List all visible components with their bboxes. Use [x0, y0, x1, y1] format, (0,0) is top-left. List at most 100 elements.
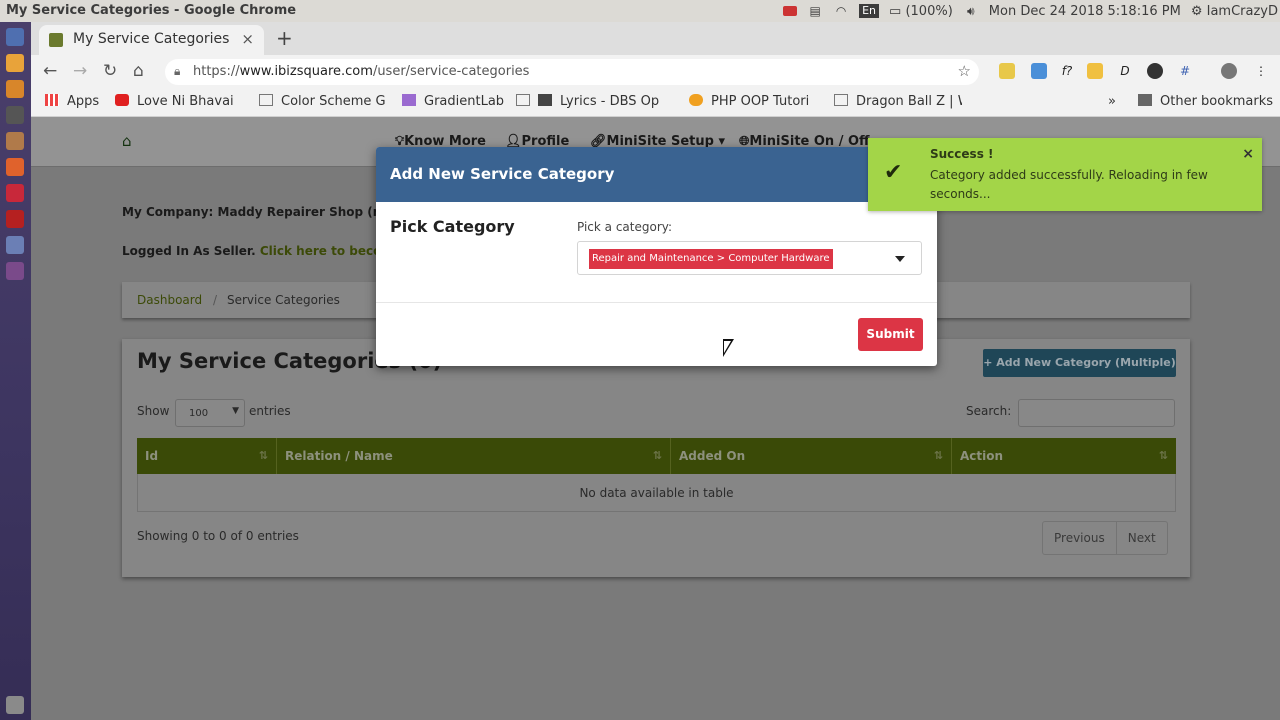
- address-bar[interactable]: 🔒︎ https://www.ibizsquare.com/user/servi…: [165, 59, 979, 85]
- forward-arrow-icon[interactable]: →: [73, 61, 87, 81]
- extension-grid-icon[interactable]: #: [1177, 63, 1193, 79]
- youtube-icon: [115, 94, 129, 106]
- favicon-icon: [49, 33, 63, 47]
- notes-icon[interactable]: ▤: [807, 4, 823, 18]
- extension-tool-icon[interactable]: [1031, 63, 1047, 79]
- app-icon[interactable]: [6, 262, 24, 280]
- page-icon: [834, 94, 848, 106]
- previous-button[interactable]: Previous: [1043, 522, 1117, 554]
- close-icon[interactable]: ×: [1242, 146, 1254, 162]
- filezilla-icon[interactable]: [6, 210, 24, 228]
- category-select[interactable]: Repair and Maintenance > Computer Hardwa…: [577, 241, 922, 275]
- chrome-icon[interactable]: [6, 54, 24, 72]
- column-action[interactable]: Action ⇅: [952, 438, 1176, 474]
- clock[interactable]: Mon Dec 24 2018 5:18:16 PM: [989, 4, 1181, 19]
- next-button[interactable]: Next: [1117, 522, 1167, 554]
- user-menu[interactable]: ⚙ IamCrazyD: [1191, 4, 1278, 19]
- browser-tab[interactable]: My Service Categories ×: [39, 25, 264, 55]
- column-added-on[interactable]: Added On ⇅: [671, 438, 952, 474]
- lock-icon: 🔒︎: [174, 64, 181, 78]
- settings-app-icon[interactable]: [6, 236, 24, 254]
- bookmark-item[interactable]: Lyrics - DBS Op: [516, 94, 670, 109]
- pick-category-label: Pick a category:: [577, 220, 673, 234]
- selected-category-tag[interactable]: Repair and Maintenance > Computer Hardwa…: [589, 249, 833, 269]
- extension-circle-icon[interactable]: [1147, 63, 1163, 79]
- os-top-bar: My Service Categories - Google Chrome ▤ …: [0, 0, 1280, 22]
- apps-grid-icon: [45, 94, 59, 106]
- breadcrumb-current: Service Categories: [227, 293, 340, 307]
- become-link[interactable]: Click here to becom: [260, 244, 394, 258]
- tab-strip: My Service Categories × +: [31, 22, 1280, 55]
- bookmark-item[interactable]: Love Ni Bhavai |: [115, 94, 239, 109]
- pagination: Previous Next: [1042, 521, 1168, 555]
- submit-button[interactable]: Submit: [858, 318, 923, 351]
- search-label: Search:: [966, 404, 1012, 418]
- dash-icon[interactable]: [6, 28, 24, 46]
- toast-message: Category added successfully. Reloading i…: [930, 168, 1208, 201]
- sort-icon: ⇅: [258, 449, 268, 462]
- add-new-category-button[interactable]: + Add New Category (Multiple): [983, 349, 1176, 377]
- bookmark-item[interactable]: Dragon Ball Z | W: [834, 94, 962, 109]
- opera-icon[interactable]: [6, 184, 24, 202]
- sort-icon: ⇅: [933, 449, 943, 462]
- browser-toolbar: ← → ↻ ⌂ 🔒︎ https://www.ibizsquare.com/us…: [31, 55, 1280, 89]
- other-bookmarks[interactable]: Other bookmarks: [1138, 94, 1273, 109]
- flask-icon: [402, 94, 416, 106]
- user-name: IamCrazyD: [1206, 3, 1278, 19]
- sort-icon: ⇅: [652, 449, 662, 462]
- lyrics-icon: [538, 94, 552, 106]
- company-name: My Company: Maddy Repairer Shop (ma: [122, 205, 394, 219]
- table-info: Showing 0 to 0 of 0 entries: [137, 529, 299, 543]
- bookmarks-bar: Apps Love Ni Bhavai | Color Scheme G Gra…: [31, 89, 1280, 117]
- home-icon[interactable]: ⌂: [133, 61, 144, 81]
- battery-percent: (100%): [905, 3, 953, 19]
- chevron-down-icon: ▼: [232, 406, 239, 416]
- battery-indicator[interactable]: ▭ (100%): [889, 4, 953, 19]
- gear-icon: ⚙: [1190, 3, 1203, 19]
- modal-header: Add New Service Category: [376, 147, 937, 202]
- pick-category-heading: Pick Category: [390, 217, 515, 236]
- column-id[interactable]: Id ⇅: [137, 438, 277, 474]
- bookmark-item[interactable]: PHP OOP Tutori: [689, 94, 817, 109]
- tab-title: My Service Categories: [73, 31, 230, 47]
- firefox-icon[interactable]: [6, 158, 24, 176]
- extension-highlighter-icon[interactable]: [1087, 63, 1103, 79]
- home-icon[interactable]: ⌂: [122, 132, 132, 150]
- files-icon[interactable]: [6, 132, 24, 150]
- extension-fonts-icon[interactable]: f?: [1059, 63, 1075, 79]
- wifi-icon[interactable]: ◠: [833, 4, 849, 18]
- volume-icon[interactable]: 🔊︎: [963, 4, 979, 18]
- new-tab-button[interactable]: +: [276, 26, 293, 50]
- breadcrumb-dashboard[interactable]: Dashboard: [137, 293, 202, 307]
- terminal-icon[interactable]: [6, 106, 24, 124]
- extension-lightbulb-icon[interactable]: [999, 63, 1015, 79]
- sublime-icon[interactable]: [6, 80, 24, 98]
- extension-d-icon[interactable]: D: [1117, 63, 1133, 79]
- show-label: Show: [137, 404, 170, 418]
- categories-card: My Service Categories (0) + Add New Cate…: [122, 339, 1190, 577]
- reload-icon[interactable]: ↻: [103, 61, 117, 81]
- success-toast: ✔ Success ! Category added successfully.…: [868, 138, 1262, 211]
- close-tab-icon[interactable]: ×: [241, 30, 254, 48]
- more-bookmarks-button[interactable]: »: [1108, 94, 1116, 109]
- menu-dots-icon[interactable]: ⋮: [1253, 63, 1269, 79]
- folder-icon: [1138, 94, 1152, 106]
- add-category-modal: Add New Service Category Pick Category P…: [376, 147, 937, 366]
- record-indicator-icon[interactable]: [783, 6, 798, 16]
- info-icon: [689, 94, 703, 106]
- page-icon: [259, 94, 273, 106]
- column-relation-name[interactable]: Relation / Name ⇅: [277, 438, 671, 474]
- profile-avatar[interactable]: [1221, 63, 1237, 79]
- toast-title: Success !: [930, 147, 994, 161]
- bookmark-star-icon[interactable]: ☆: [958, 62, 971, 80]
- search-input[interactable]: [1018, 399, 1175, 427]
- bookmark-item[interactable]: Apps: [45, 94, 99, 109]
- trash-icon[interactable]: [6, 696, 24, 714]
- breadcrumb-separator: /: [213, 293, 218, 307]
- entries-select[interactable]: 100 ▼: [175, 399, 245, 427]
- bookmark-item[interactable]: Color Scheme G: [259, 94, 385, 109]
- back-arrow-icon[interactable]: ←: [43, 61, 57, 81]
- bookmark-item[interactable]: GradientLab: [402, 94, 506, 109]
- keyboard-layout-indicator[interactable]: En: [859, 4, 880, 18]
- page-icon: [516, 94, 530, 106]
